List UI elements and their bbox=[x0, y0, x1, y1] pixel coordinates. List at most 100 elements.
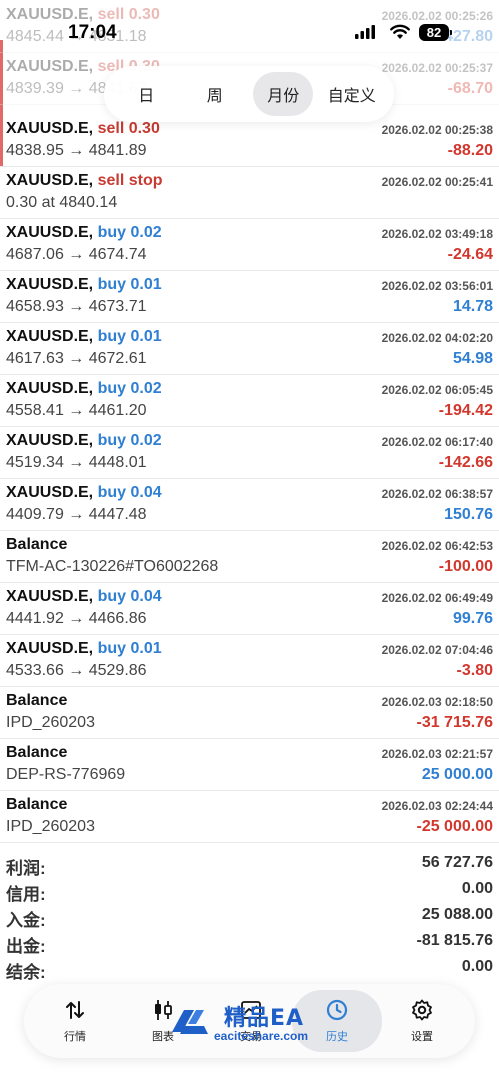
tab-week[interactable]: 周 bbox=[185, 72, 245, 116]
row-side: buy 0.04 bbox=[97, 484, 162, 501]
row-time: 2026.02.02 06:49:49 bbox=[381, 591, 493, 605]
row-time: 2026.02.02 07:04:46 bbox=[381, 643, 493, 657]
history-row[interactable]: XAUUSD.E, buy 0.01 4658.93 → 4673.71 2026.… bbox=[0, 270, 499, 323]
watermark-logo-icon bbox=[172, 1010, 208, 1034]
row-amount: 25 000.00 bbox=[421, 766, 493, 783]
row-prices: 4519.34 → 4448.01 bbox=[6, 454, 147, 471]
row-side: sell 0.30 bbox=[97, 120, 160, 137]
tab-day[interactable]: 日 bbox=[116, 72, 176, 116]
row-prices: 4838.95 → 4841.89 bbox=[6, 142, 147, 159]
nav-quotes[interactable]: 行情 bbox=[40, 984, 110, 1058]
nav-label: 设置 bbox=[411, 1031, 433, 1043]
row-prices: 4558.41 → 4461.20 bbox=[6, 402, 147, 419]
watermark-title: 精品EA bbox=[224, 1006, 305, 1031]
history-row[interactable]: XAUUSD.E, buy 0.02 4558.41 → 4461.20 2026.… bbox=[0, 374, 499, 427]
history-row[interactable]: XAUUSD.E, buy 0.02 4687.06 → 4674.74 2026.… bbox=[0, 218, 499, 271]
history-row[interactable]: Balance IPD_260203 2026.02.03 02:18:50 -31 … bbox=[0, 686, 499, 739]
summary-value: -81 815.76 bbox=[416, 932, 493, 949]
row-title: XAUUSD.E, buy 0.01 bbox=[6, 640, 162, 658]
history-row[interactable]: Balance DEP-RS-776969 2026.02.03 02:21:57 2… bbox=[0, 738, 499, 791]
row-amount: -100.00 bbox=[438, 558, 493, 575]
row-title: Balance bbox=[6, 744, 67, 762]
row-title: XAUUSD.E, sell 0.30 bbox=[6, 120, 160, 138]
summary-label: 出金: bbox=[6, 937, 46, 956]
nav-settings[interactable]: 设置 bbox=[387, 984, 457, 1058]
row-prices: 4658.93 → 4673.71 bbox=[6, 298, 147, 315]
settings-gear-icon bbox=[410, 998, 434, 1022]
row-title: XAUUSD.E, buy 0.02 bbox=[6, 380, 162, 398]
row-amount: -31 715.76 bbox=[416, 714, 493, 731]
row-time: 2026.02.02 03:49:18 bbox=[381, 227, 493, 241]
row-time: 2026.02.02 04:02:20 bbox=[381, 331, 493, 345]
row-side: buy 0.01 bbox=[97, 640, 162, 657]
history-row[interactable]: Balance IPD_260203 2026.02.03 02:24:44 -25 … bbox=[0, 790, 499, 843]
row-side: sell 0.30 bbox=[97, 6, 160, 23]
summary-row-withdrawal: 出金: -81 815.76 bbox=[0, 930, 499, 956]
row-time: 2026.02.02 03:56:01 bbox=[381, 279, 493, 293]
row-amount: -88.20 bbox=[447, 142, 493, 159]
row-side: buy 0.01 bbox=[97, 276, 162, 293]
row-prices: 4845.44 → 4831.18 bbox=[6, 28, 147, 45]
row-symbol: XAUUSD.E, bbox=[6, 484, 94, 501]
history-row[interactable]: XAUUSD.E, buy 0.01 4617.63 → 4672.61 2026.… bbox=[0, 322, 499, 375]
row-prices: TFM-AC-130226#TO6002268 bbox=[6, 558, 219, 575]
row-amount: -68.70 bbox=[447, 80, 493, 97]
row-symbol: XAUUSD.E, bbox=[6, 380, 94, 397]
row-prices: 0.30 at 4840.14 bbox=[6, 194, 118, 211]
history-row[interactable]: XAUUSD.E, buy 0.04 4441.92 → 4466.86 2026.… bbox=[0, 582, 499, 635]
row-time: 2026.02.02 00:25:38 bbox=[381, 123, 493, 137]
row-time: 2026.02.02 00:25:37 bbox=[381, 61, 493, 75]
row-side: buy 0.02 bbox=[97, 380, 162, 397]
row-prices: 4409.79 → 4447.48 bbox=[6, 506, 147, 523]
row-time: 2026.02.03 02:21:57 bbox=[381, 747, 493, 761]
row-prices: 4687.06 → 4674.74 bbox=[6, 246, 147, 263]
row-amount: -194.42 bbox=[438, 402, 493, 419]
history-row[interactable]: Balance TFM-AC-130226#TO6002268 2026.02.02… bbox=[0, 530, 499, 583]
tab-month[interactable]: 月份 bbox=[253, 72, 314, 116]
summary-label: 结余: bbox=[6, 963, 46, 982]
tab-custom[interactable]: 自定义 bbox=[322, 72, 382, 116]
row-symbol: XAUUSD.E, bbox=[6, 6, 94, 23]
watermark: 精品EA eaciteshare.com bbox=[170, 1000, 340, 1046]
row-prices: IPD_260203 bbox=[6, 818, 95, 835]
row-prices: IPD_260203 bbox=[6, 714, 95, 731]
history-row[interactable]: XAUUSD.E, sell 0.30 4845.44 → 4831.18 2026… bbox=[0, 0, 499, 53]
row-symbol: XAUUSD.E, bbox=[6, 58, 94, 75]
history-row[interactable]: XAUUSD.E, sell stop 0.30 at 4840.14 2026.0… bbox=[0, 166, 499, 219]
quotes-arrows-icon bbox=[63, 998, 87, 1022]
summary-row-profit: 利润: 56 727.76 bbox=[0, 852, 499, 878]
row-title: Balance bbox=[6, 692, 67, 710]
row-side: buy 0.04 bbox=[97, 588, 162, 605]
row-symbol: XAUUSD.E, bbox=[6, 172, 94, 189]
row-title: XAUUSD.E, buy 0.01 bbox=[6, 328, 162, 346]
row-title: XAUUSD.E, buy 0.02 bbox=[6, 224, 162, 242]
summary-label: 信用: bbox=[6, 885, 46, 904]
row-time: 2026.02.02 06:05:45 bbox=[381, 383, 493, 397]
row-amount: -142.66 bbox=[438, 454, 493, 471]
row-time: 2026.02.02 06:38:57 bbox=[381, 487, 493, 501]
row-symbol: XAUUSD.E, bbox=[6, 432, 94, 449]
row-title: Balance bbox=[6, 536, 67, 554]
row-symbol: XAUUSD.E, bbox=[6, 120, 94, 137]
summary-label: 入金: bbox=[6, 911, 46, 930]
row-time: 2026.02.03 02:18:50 bbox=[381, 695, 493, 709]
row-amount: 14.78 bbox=[452, 298, 493, 315]
row-time: 2026.02.02 00:25:41 bbox=[381, 175, 493, 189]
row-side: buy 0.01 bbox=[97, 328, 162, 345]
history-screen: 17:04 82 XAUUSD.E, sell 0.30 4845.44 → 48… bbox=[0, 0, 499, 1080]
row-prices: 4441.92 → 4466.86 bbox=[6, 610, 147, 627]
row-symbol: Balance bbox=[6, 692, 68, 709]
summary-row-credit: 信用: 0.00 bbox=[0, 878, 499, 904]
history-row[interactable]: XAUUSD.E, buy 0.02 4519.34 → 4448.01 2026.… bbox=[0, 426, 499, 479]
row-side: sell stop bbox=[97, 172, 163, 189]
row-symbol: Balance bbox=[6, 796, 68, 813]
history-row[interactable]: XAUUSD.E, buy 0.04 4409.79 → 4447.48 2026.… bbox=[0, 478, 499, 531]
history-row[interactable]: XAUUSD.E, buy 0.01 4533.66 → 4529.86 2026.… bbox=[0, 634, 499, 687]
summary-row-deposit: 入金: 25 088.00 bbox=[0, 904, 499, 930]
row-title: XAUUSD.E, buy 0.02 bbox=[6, 432, 162, 450]
row-amount: 427.80 bbox=[444, 28, 493, 45]
row-symbol: Balance bbox=[6, 744, 68, 761]
row-time: 2026.02.02 06:42:53 bbox=[381, 539, 493, 553]
row-title: XAUUSD.E, buy 0.04 bbox=[6, 588, 162, 606]
row-time: 2026.02.02 06:17:40 bbox=[381, 435, 493, 449]
